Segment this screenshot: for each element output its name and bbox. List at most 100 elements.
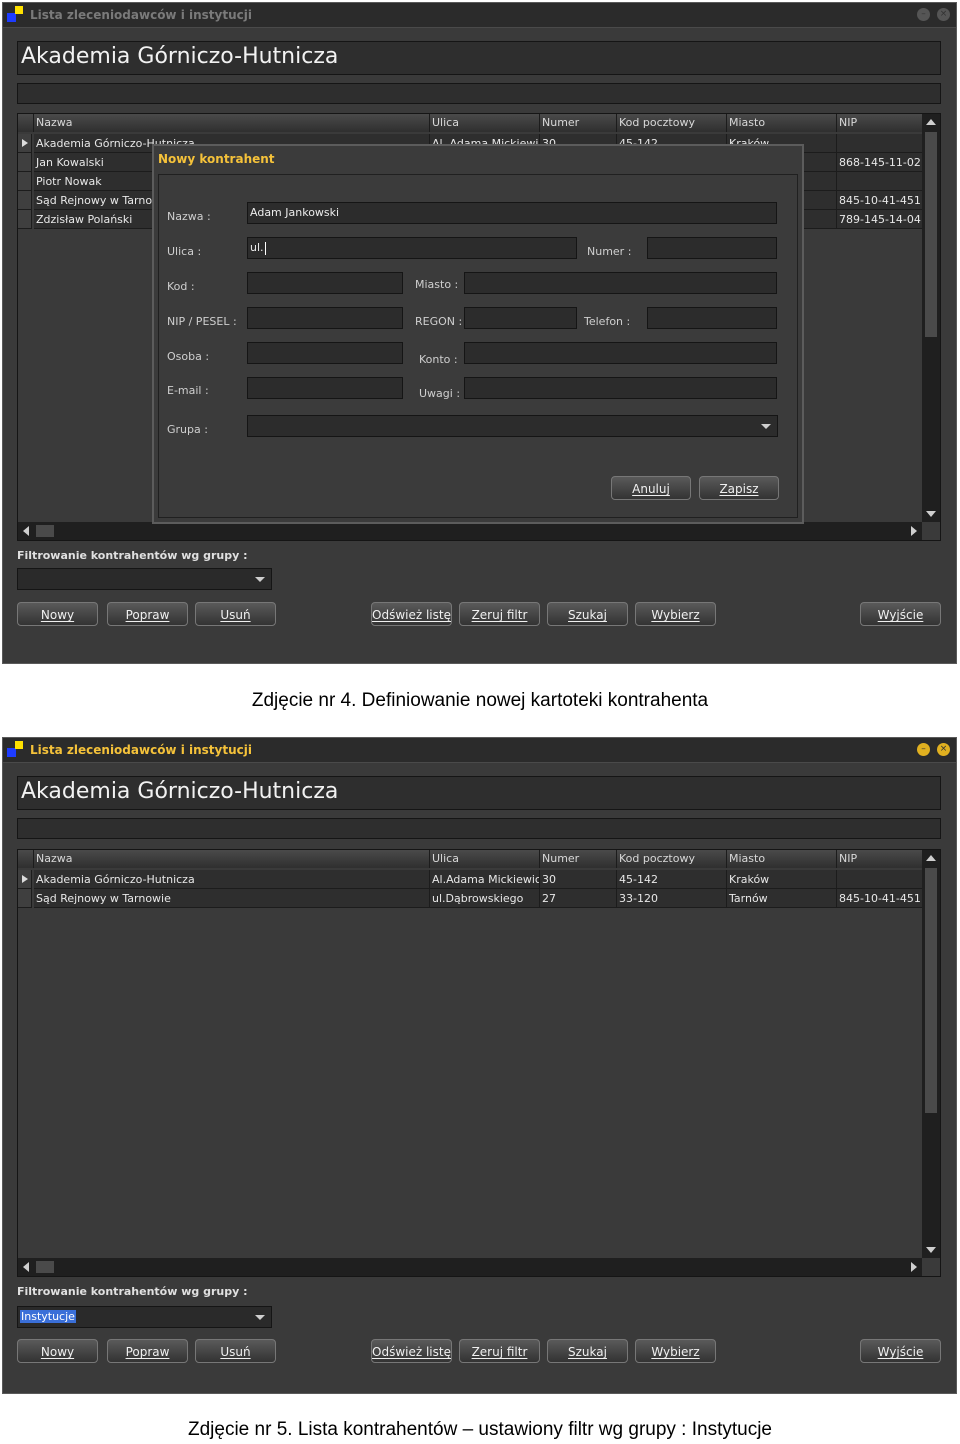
scroll-right-icon[interactable] <box>911 526 917 536</box>
chevron-down-icon[interactable] <box>255 577 265 582</box>
scroll-down-icon[interactable] <box>926 511 936 517</box>
cell-ulica: Al.Adama Mickiewicz <box>430 870 540 889</box>
scroll-thumb[interactable] <box>36 1261 54 1273</box>
cancel-button[interactable]: Anuluj <box>611 476 691 500</box>
label-osoba: Osoba : <box>167 350 210 363</box>
refresh-button[interactable]: Odśwież listę <box>371 602 452 626</box>
edit-button[interactable]: Popraw <box>107 1339 188 1363</box>
minimize-icon[interactable]: – <box>917 8 930 21</box>
label-nazwa: Nazwa : <box>167 210 211 223</box>
close-icon[interactable]: × <box>937 743 950 756</box>
clear-filter-button[interactable]: Zeruj filtr <box>459 602 540 626</box>
postal-code-field[interactable] <box>247 272 403 294</box>
select-button[interactable]: Wybierz <box>635 602 716 626</box>
sub-box <box>17 83 941 104</box>
clear-filter-button[interactable]: Zeruj filtr <box>459 1339 540 1363</box>
column-kod[interactable]: Kod pocztowy <box>617 850 727 868</box>
search-button[interactable]: Szukaj <box>547 602 628 626</box>
account-field[interactable] <box>464 342 777 364</box>
chevron-down-icon[interactable] <box>255 1315 265 1320</box>
new-button[interactable]: Nowy <box>17 1339 98 1363</box>
delete-button[interactable]: Usuń <box>195 602 276 626</box>
scroll-down-icon[interactable] <box>926 1247 936 1253</box>
filter-label: Filtrowanie kontrahentów wg grupy : <box>17 1285 248 1298</box>
vertical-scrollbar[interactable] <box>922 850 940 1258</box>
label-regon: REGON : <box>415 315 463 328</box>
column-numer[interactable]: Numer <box>540 114 617 132</box>
column-ulica[interactable]: Ulica <box>430 850 540 868</box>
nip-field[interactable] <box>247 307 403 329</box>
caption-1: Zdjęcie nr 4. Definiowanie nowej kartote… <box>251 690 709 711</box>
horizontal-scrollbar[interactable] <box>18 1258 922 1276</box>
label-grupa: Grupa : <box>167 423 208 436</box>
column-miasto[interactable]: Miasto <box>727 114 837 132</box>
scroll-thumb[interactable] <box>925 868 937 1113</box>
minimize-icon[interactable]: – <box>917 743 930 756</box>
caption-2: Zdjęcie nr 5. Lista kontrahentów – ustaw… <box>188 1419 772 1440</box>
close-icon[interactable]: × <box>937 8 950 21</box>
row-indicator <box>18 191 32 210</box>
scroll-thumb[interactable] <box>925 132 937 337</box>
scroll-left-icon[interactable] <box>23 1262 29 1272</box>
table-header: Nazwa Ulica Numer Kod pocztowy Miasto NI… <box>18 850 924 868</box>
table-row[interactable]: Sąd Rejnowy w Tarnowie ul.Dąbrowskiego 2… <box>18 889 924 908</box>
label-konto: Konto : <box>419 353 458 366</box>
column-ulica[interactable]: Ulica <box>430 114 540 132</box>
exit-button[interactable]: Wyjście <box>860 602 941 626</box>
group-select[interactable] <box>247 415 778 437</box>
cell-kod: 33-120 <box>617 889 727 908</box>
column-nip[interactable]: NIP <box>837 850 924 868</box>
cell-nazwa: Sąd Rejnowy w Tarnowie <box>34 889 430 908</box>
header-box: Akademia Górniczo-Hutnicza <box>17 41 941 75</box>
column-numer[interactable]: Numer <box>540 850 617 868</box>
select-button[interactable]: Wybierz <box>635 1339 716 1363</box>
cell-numer: 27 <box>540 889 617 908</box>
column-kod[interactable]: Kod pocztowy <box>617 114 727 132</box>
cell-nip: 789-145-14-04 <box>837 210 924 229</box>
label-ulica: Ulica : <box>167 245 202 258</box>
phone-field[interactable] <box>647 307 777 329</box>
cell-miasto: Tarnów <box>727 889 837 908</box>
column-nazwa[interactable]: Nazwa <box>34 850 430 868</box>
street-field[interactable]: ul. <box>247 237 577 259</box>
regon-field[interactable] <box>464 307 577 329</box>
chevron-down-icon[interactable] <box>761 424 771 429</box>
search-button[interactable]: Szukaj <box>547 1339 628 1363</box>
exit-button[interactable]: Wyjście <box>860 1339 941 1363</box>
person-field[interactable] <box>247 342 403 364</box>
notes-field[interactable] <box>464 377 777 399</box>
name-field[interactable]: Adam Jankowski <box>247 202 777 224</box>
new-button[interactable]: Nowy <box>17 602 98 626</box>
scroll-up-icon[interactable] <box>926 119 936 125</box>
number-field[interactable] <box>647 237 777 259</box>
cell-kod: 45-142 <box>617 870 727 889</box>
table-row[interactable]: Akademia Górniczo-Hutnicza Al.Adama Mick… <box>18 870 924 889</box>
row-indicator <box>18 889 32 908</box>
refresh-button[interactable]: Odśwież listę <box>371 1339 452 1363</box>
new-contractor-dialog: Nowy kontrahent Nazwa : Adam Jankowski U… <box>152 144 804 524</box>
dialog-body: Nazwa : Adam Jankowski Ulica : ul. Numer… <box>158 174 798 518</box>
column-nazwa[interactable]: Nazwa <box>34 114 430 132</box>
title-bar[interactable]: Lista zleceniodawców i instytucji – × <box>3 738 956 763</box>
label-email: E-mail : <box>167 384 209 397</box>
group-filter-select[interactable] <box>17 568 272 590</box>
scroll-right-icon[interactable] <box>911 1262 917 1272</box>
vertical-scrollbar[interactable] <box>922 114 940 522</box>
horizontal-scrollbar[interactable] <box>18 522 922 540</box>
email-field[interactable] <box>247 377 403 399</box>
group-filter-select[interactable]: Instytucje <box>17 1306 272 1328</box>
scroll-up-icon[interactable] <box>926 855 936 861</box>
column-nip[interactable]: NIP <box>837 114 924 132</box>
save-button[interactable]: Zapisz <box>699 476 779 500</box>
delete-button[interactable]: Usuń <box>195 1339 276 1363</box>
contractors-table: Nazwa Ulica Numer Kod pocztowy Miasto NI… <box>17 849 941 1277</box>
scroll-left-icon[interactable] <box>23 526 29 536</box>
city-field[interactable] <box>464 272 777 294</box>
street-value: ul. <box>250 241 264 254</box>
scroll-thumb[interactable] <box>36 525 54 537</box>
column-miasto[interactable]: Miasto <box>727 850 837 868</box>
title-bar[interactable]: Lista zleceniodawców i instytucji – × <box>3 3 956 28</box>
label-miasto: Miasto : <box>415 278 459 291</box>
cell-nip: 845-10-41-451 <box>837 191 924 210</box>
edit-button[interactable]: Popraw <box>107 602 188 626</box>
